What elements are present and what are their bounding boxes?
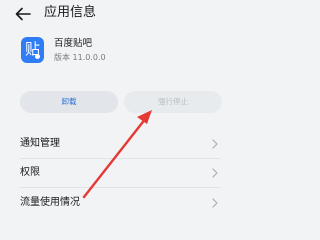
app-icon-dot [35, 54, 40, 59]
back-arrow-icon[interactable] [15, 7, 31, 21]
menu-item-data-usage[interactable]: 流量使用情况 [0, 189, 238, 217]
app-bar: 应用信息 [0, 0, 238, 30]
menu-item-label: 流量使用情况 [20, 197, 80, 208]
app-icon: 贴 [21, 37, 44, 63]
page-title: 应用信息 [44, 5, 97, 20]
menu-item-notifications[interactable]: 通知管理 [0, 130, 238, 158]
chevron-right-icon [212, 168, 218, 178]
chevron-right-icon [212, 198, 218, 208]
chevron-right-icon [212, 139, 218, 149]
force-stop-button[interactable]: 强行停止 [124, 91, 222, 113]
app-summary: 贴 百度贴吧 版本 11.0.0.0 [0, 33, 238, 75]
menu-item-label: 权限 [20, 167, 40, 178]
menu-item-permissions[interactable]: 权限 [0, 159, 238, 187]
menu-item-label: 通知管理 [20, 138, 60, 149]
app-name: 百度贴吧 [54, 38, 93, 49]
divider [20, 187, 220, 188]
uninstall-button[interactable]: 卸载 [20, 91, 118, 113]
app-version: 版本 11.0.0.0 [54, 53, 106, 62]
